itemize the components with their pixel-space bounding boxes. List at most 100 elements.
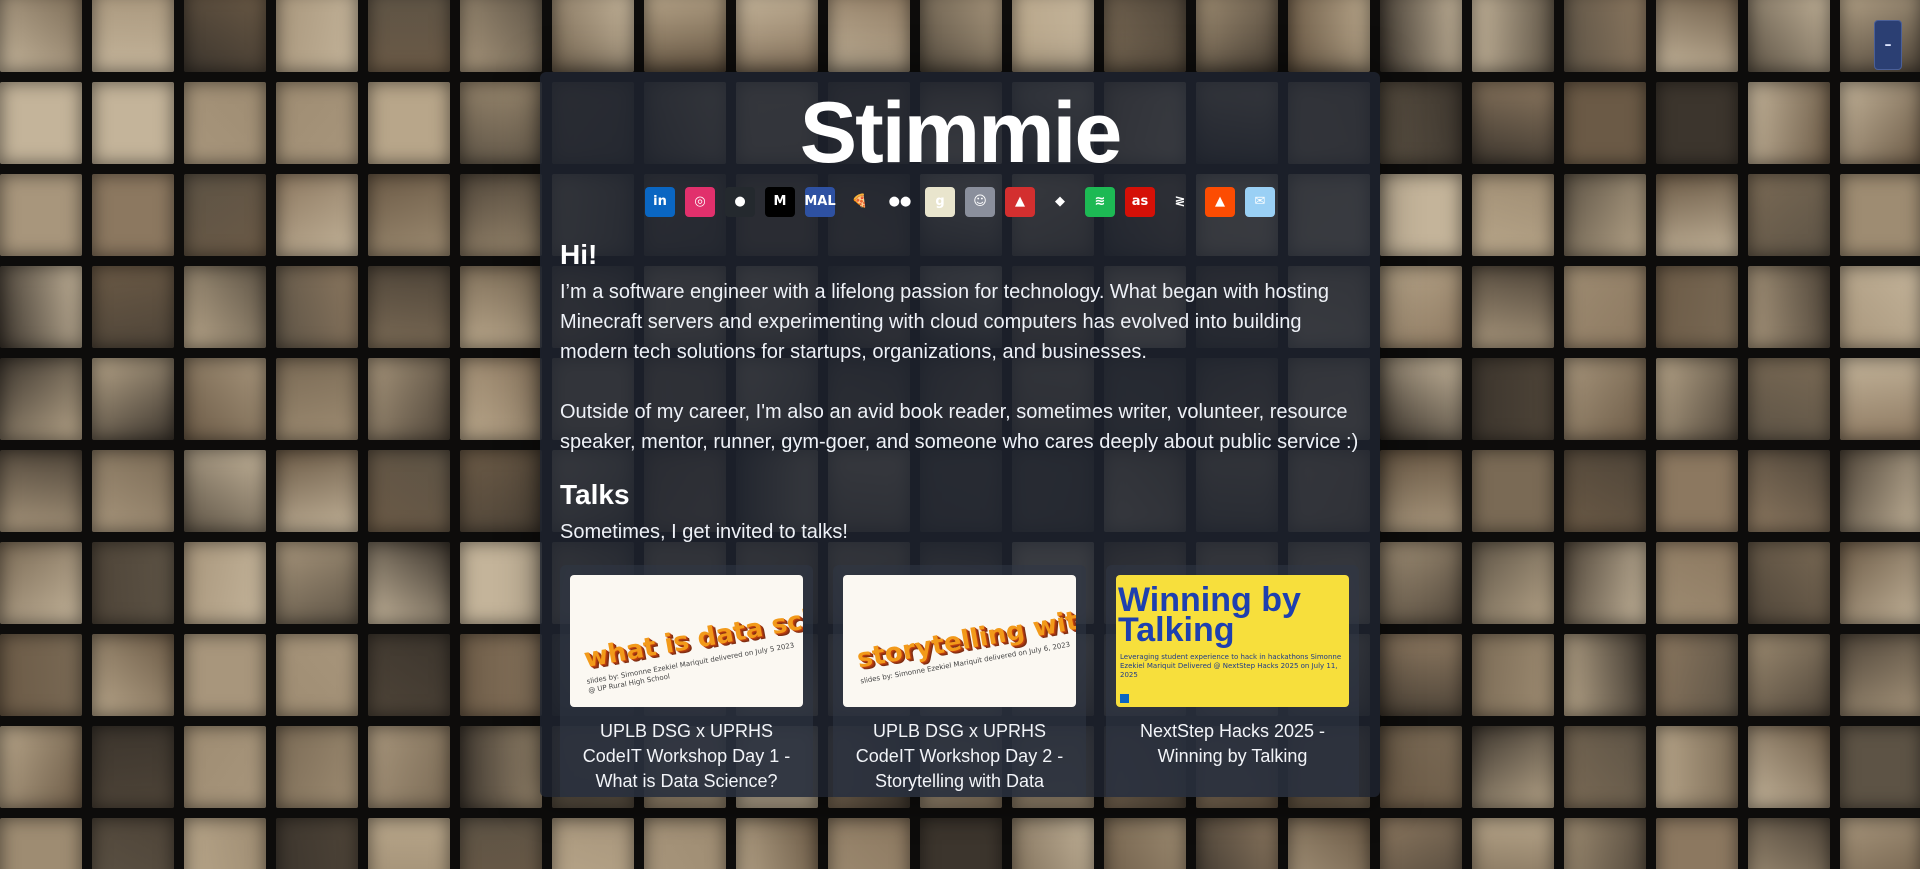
photo-tile [644,818,726,869]
photo-tile [1840,634,1920,716]
photo-tile [276,266,358,348]
photo-tile [92,82,174,164]
photo-tile [1656,726,1738,808]
photo-tile [1564,634,1646,716]
photo-tile [368,726,450,808]
linkedin-icon[interactable]: in [645,186,675,217]
photo-tile [368,450,450,532]
lastfm-icon[interactable]: as [1125,186,1155,217]
social-links: in ◎ ● M MAL 🍕 ●● g ☺ ▲ ◆ ≋ as ≷ ▲ ✉ [540,186,1380,217]
photo-tile [368,174,450,256]
photo-tile [1656,82,1738,164]
pizza-icon[interactable]: 🍕 [845,187,875,217]
photo-tile [184,634,266,716]
backpack-icon[interactable]: ▲ [1005,186,1035,217]
photo-tile [1748,266,1830,348]
photo-tile [460,358,542,440]
thumbnail-title: Winning by Talking [1118,580,1301,649]
photo-tile [1656,450,1738,532]
photo-tile [828,0,910,72]
github-icon[interactable]: ● [725,186,755,217]
gitlab-icon[interactable]: ◆ [1045,187,1075,217]
photo-tile [460,0,542,72]
photo-tile [1656,174,1738,256]
strava-icon[interactable]: ▲ [1205,186,1235,217]
photo-tile [1564,726,1646,808]
email-icon[interactable]: ✉ [1245,186,1275,217]
photo-tile [1564,0,1646,72]
photo-tile [276,450,358,532]
talk-card-2[interactable]: storytelling with data slides by: Simonn… [833,564,1086,797]
photo-tile [1748,634,1830,716]
photo-tile [184,82,266,164]
photo-tile [460,450,542,532]
photo-tile [0,542,82,624]
photo-tile [1564,450,1646,532]
photo-tile [0,266,82,348]
photo-tile [276,634,358,716]
talk-title: UPLB DSG x UPRHS CodeIT Workshop Day 2 -… [855,720,1064,791]
photo-tile [184,358,266,440]
photo-tile [368,266,450,348]
photo-tile [0,726,82,808]
photo-tile [368,818,450,869]
photo-tile [92,266,174,348]
photo-tile [1380,450,1462,532]
photo-tile [1472,726,1554,808]
codewars-icon[interactable]: ≷ [1165,187,1195,217]
photo-tile [1656,818,1738,869]
talk-thumbnail: storytelling with data slides by: Simonn… [843,574,1076,707]
photo-tile [1196,818,1278,869]
instagram-icon[interactable]: ◎ [685,186,715,217]
photo-tile [184,726,266,808]
photo-tile [92,726,174,808]
photo-tile [0,450,82,532]
photo-tile [1472,818,1554,869]
photo-tile [368,634,450,716]
talk-title: NextStep Hacks 2025 - Winning by Talking [1139,720,1326,766]
talk-card-3[interactable]: Winning by Talking Leveraging student ex… [1106,564,1359,797]
photo-tile [1472,174,1554,256]
photo-tile [1380,266,1462,348]
photo-tile [644,0,726,72]
photo-tile [276,358,358,440]
photo-tile [1840,542,1920,624]
photo-tile [184,0,266,72]
photo-tile [1656,542,1738,624]
talk-thumbnail: Winning by Talking Leveraging student ex… [1116,574,1349,707]
photo-tile [276,726,358,808]
photo-tile [1840,174,1920,256]
myanimelist-icon[interactable]: MAL [804,186,836,217]
photo-tile [1472,450,1554,532]
photo-tile [1840,450,1920,532]
photo-tile [0,818,82,869]
photo-tile [368,82,450,164]
photo-tile [1380,174,1462,256]
photo-tile [1472,634,1554,716]
photo-tile [1104,818,1186,869]
photo-tile [1288,818,1370,869]
flickr-icon[interactable]: ●● [885,187,915,217]
goodreads-icon[interactable]: g [925,186,955,217]
photo-tile [460,818,542,869]
intro-paragraph-1: I’m a software engineer with a lifelong … [560,280,1329,363]
spotify-icon[interactable]: ≋ [1085,186,1115,217]
photo-tile [1748,542,1830,624]
minimize-button[interactable]: – [1874,20,1902,70]
avatar-icon[interactable]: ☺ [965,186,995,217]
photo-tile [460,174,542,256]
photo-tile [368,542,450,624]
photo-tile [1564,358,1646,440]
photo-tile [460,82,542,164]
photo-tile [828,818,910,869]
photo-tile [1380,634,1462,716]
photo-tile [1840,818,1920,869]
photo-tile [0,174,82,256]
talks-subheading: Sometimes, I get invited to talks! [560,520,848,543]
photo-tile [1748,818,1830,869]
photo-tile [368,0,450,72]
photo-tile [1472,266,1554,348]
medium-icon[interactable]: M [765,186,795,217]
talk-card-1[interactable]: what is data science? slides by: Simonne… [560,564,813,797]
photo-tile [276,818,358,869]
